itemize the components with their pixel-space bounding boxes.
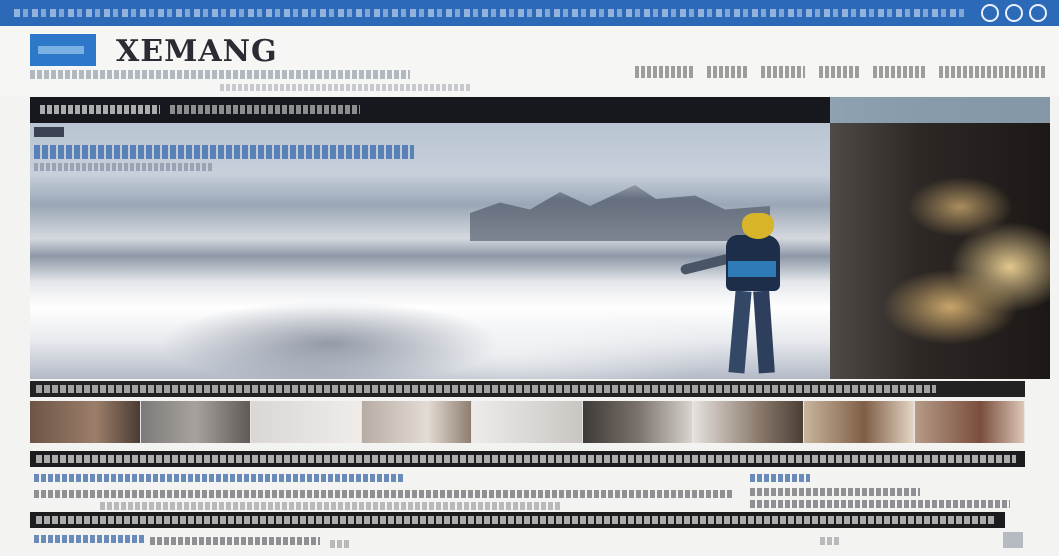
hero-caption-text [36, 385, 936, 393]
thumbnail-5[interactable] [472, 401, 583, 443]
thumbnail-6[interactable] [582, 401, 694, 443]
top-bar-icons [981, 4, 1047, 22]
nav-item-1[interactable] [635, 66, 693, 78]
thumbnail-strip [30, 401, 1026, 443]
news-side-title-1[interactable] [750, 474, 810, 482]
search-icon[interactable] [981, 4, 999, 22]
news-headline-text-2 [36, 516, 996, 524]
hero-section-label[interactable] [40, 105, 160, 114]
news-side-text-1 [750, 488, 920, 496]
hero-section-link[interactable] [170, 105, 360, 114]
news-item-title-1[interactable] [34, 474, 404, 482]
news-headline-text-1 [36, 455, 1016, 463]
site-logo[interactable] [30, 34, 96, 66]
site-tagline [30, 70, 410, 79]
news-headline-bar-1[interactable] [30, 451, 1025, 467]
top-bar-text [14, 9, 964, 17]
menu-icon[interactable] [1029, 4, 1047, 22]
hero-side-image[interactable] [830, 97, 1050, 379]
hero-image[interactable] [30, 123, 850, 379]
nav-item-2[interactable] [707, 66, 747, 78]
scroll-top-button[interactable] [1003, 532, 1023, 548]
news-side-text-2 [750, 500, 1010, 508]
hero-section [30, 97, 1050, 379]
hero-headline[interactable] [34, 145, 414, 159]
nav-item-4[interactable] [819, 66, 859, 78]
thumbnail-4[interactable] [361, 401, 473, 443]
thumbnail-8[interactable] [803, 401, 915, 443]
news-item-text-3 [150, 537, 320, 545]
thumbnail-2[interactable] [140, 401, 252, 443]
news-item-text-5 [820, 537, 840, 545]
main-navigation [635, 66, 1047, 78]
hero-caption [30, 381, 1025, 397]
nav-item-5[interactable] [873, 66, 925, 78]
hero-figure [679, 213, 790, 374]
nav-item-3[interactable] [761, 66, 805, 78]
news-headline-bar-2[interactable] [30, 512, 1005, 528]
hero-subheadline [34, 163, 214, 171]
news-item-text-2 [100, 502, 560, 510]
news-item-text-4 [330, 540, 350, 548]
thumbnail-3[interactable] [251, 401, 362, 443]
thumbnail-9[interactable] [914, 401, 1026, 443]
nav-item-6[interactable] [939, 66, 1047, 78]
sub-navigation[interactable] [220, 84, 470, 91]
site-header: XEMANG [0, 26, 1059, 96]
hero-category-badge [34, 127, 64, 137]
hero-header-bar [30, 97, 835, 123]
site-title[interactable]: XEMANG [116, 34, 278, 69]
news-item-title-2[interactable] [34, 535, 144, 543]
thumbnail-7[interactable] [693, 401, 804, 443]
top-bar [0, 0, 1059, 26]
user-icon[interactable] [1005, 4, 1023, 22]
thumbnail-1[interactable] [30, 401, 141, 443]
news-item-text-1 [34, 490, 734, 498]
